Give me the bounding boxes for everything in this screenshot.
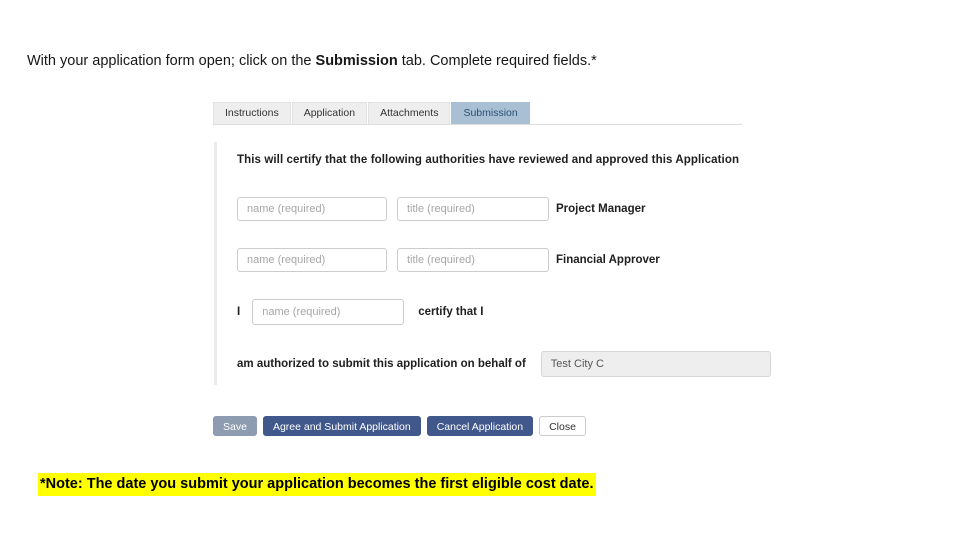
save-button[interactable]: Save (213, 416, 257, 436)
application-form-screenshot: Instructions Application Attachments Sub… (0, 96, 960, 456)
financial-approver-role-label: Financial Approver (556, 254, 660, 266)
project-manager-role-label: Project Manager (556, 203, 646, 215)
tab-attachments-label: Attachments (380, 107, 439, 119)
cancel-application-button[interactable]: Cancel Application (426, 416, 534, 436)
instruction-line: With your application form open; click o… (27, 52, 597, 70)
tab-submission-label: Submission (463, 107, 518, 119)
certifier-suffix-label: certify that I (418, 306, 484, 318)
certifier-prefix-label: I (237, 306, 241, 318)
behalf-row: am authorized to submit this application… (237, 351, 771, 377)
project-manager-title-input[interactable] (397, 197, 549, 221)
certifier-name-input[interactable] (252, 299, 405, 325)
footnote-note: *Note: The date you submit your applicat… (38, 473, 596, 496)
certification-heading: This will certify that the following aut… (237, 154, 740, 166)
submission-form-body: This will certify that the following aut… (214, 142, 771, 385)
agree-and-submit-application-button[interactable]: Agree and Submit Application (262, 416, 421, 436)
approver-row-project-manager: Project Manager (237, 197, 645, 221)
project-manager-name-input[interactable] (237, 197, 387, 221)
instruction-text-before: With your application form open; click o… (27, 53, 316, 69)
organization-field (540, 351, 771, 377)
tab-application[interactable]: Application (291, 102, 368, 124)
tab-application-label: Application (303, 107, 356, 119)
form-tabs: Instructions Application Attachments Sub… (213, 102, 530, 124)
tab-attachments[interactable]: Attachments (368, 102, 451, 124)
tab-instructions[interactable]: Instructions (213, 102, 291, 124)
instruction-text-bold: Submission (315, 53, 398, 69)
financial-approver-title-input[interactable] (397, 248, 549, 272)
tab-underline-divider (213, 124, 742, 125)
behalf-label: am authorized to submit this application… (237, 358, 526, 370)
financial-approver-name-input[interactable] (237, 248, 387, 272)
tab-instructions-label: Instructions (225, 107, 279, 119)
certifier-row: I certify that I (237, 299, 483, 325)
form-action-buttons: Save Agree and Submit Application Cancel… (213, 416, 586, 436)
close-button[interactable]: Close (539, 416, 586, 436)
tab-submission[interactable]: Submission (451, 102, 530, 124)
approver-row-financial-approver: Financial Approver (237, 248, 660, 272)
instruction-text-after: tab. Complete required fields.* (397, 53, 597, 69)
